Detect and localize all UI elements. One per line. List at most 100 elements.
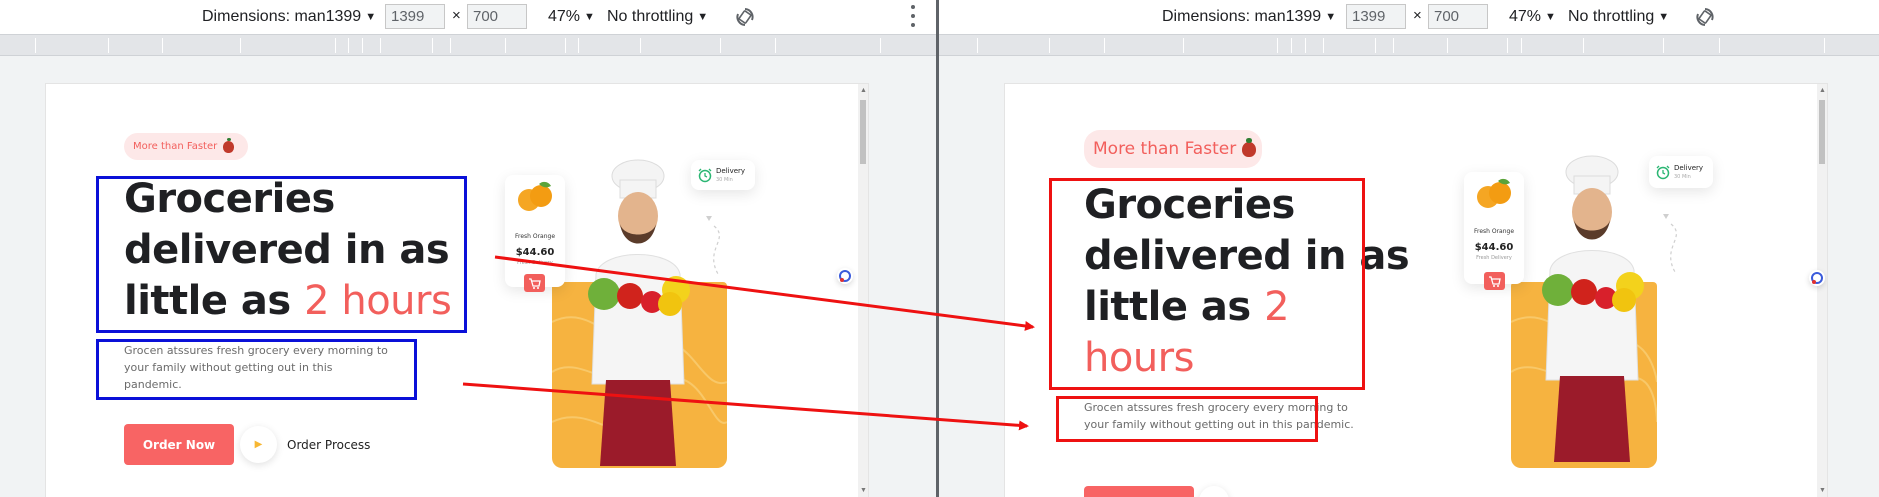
- headline-accent-word: hours: [1084, 335, 1194, 381]
- headline-line-1: Groceries: [124, 176, 335, 222]
- headline-line-1: Groceries: [1084, 182, 1295, 228]
- product-price: $44.60: [1474, 242, 1514, 253]
- caret-down-icon: ▼: [1325, 11, 1337, 23]
- hero-description: Grocen atssures fresh grocery every morn…: [124, 342, 388, 393]
- dashed-path-decoration: [706, 216, 720, 275]
- play-icon[interactable]: ▶: [240, 426, 277, 463]
- strawberry-icon: [1242, 138, 1257, 157]
- product-card: Fresh Orange $44.60 Fresh Delivery: [505, 175, 565, 287]
- alarm-clock-icon: [698, 168, 712, 183]
- device-toolbar: Dimensions: man1399 ▼ 1399 × 700 47% ▼ No …: [0, 0, 936, 34]
- zoom-dropdown[interactable]: 47% ▼: [1509, 0, 1556, 34]
- width-input[interactable]: 1399: [385, 4, 445, 29]
- product-subtitle: Fresh Delivery: [517, 260, 553, 266]
- delivery-subtitle: 30 Min: [716, 177, 733, 183]
- device-dimensions-label: Dimensions: man1399: [202, 8, 362, 25]
- device-viewport: ▲ ▼ More than Faster Groceries delivered…: [46, 84, 868, 497]
- scroll-down-icon[interactable]: ▼: [860, 487, 867, 494]
- chef-image: [1542, 155, 1644, 462]
- rotate-icon[interactable]: [1694, 6, 1716, 28]
- scroll-up-icon[interactable]: ▲: [860, 87, 867, 94]
- headline-line-2: delivered in as: [124, 227, 450, 273]
- hero-headline: Groceries delivered in as little as 2 ho…: [1084, 180, 1410, 384]
- throttling-dropdown[interactable]: No throttling ▼: [1568, 0, 1669, 34]
- hero-description: Grocen atssures fresh grocery every morn…: [1084, 399, 1354, 433]
- scrollbar-thumb[interactable]: [1819, 100, 1825, 164]
- product-name: Fresh Orange: [1473, 228, 1515, 235]
- kebab-menu-icon[interactable]: [910, 5, 916, 27]
- device-dimensions-label: Dimensions: man1399: [1162, 8, 1322, 25]
- caret-down-icon: ▼: [697, 11, 709, 23]
- headline-accent: 2 hours: [304, 278, 452, 324]
- description-line-1: Grocen atssures fresh grocery every morn…: [124, 344, 388, 357]
- zoom-dropdown[interactable]: 47% ▼: [548, 0, 595, 34]
- strawberry-icon: [223, 137, 235, 153]
- headline-line-3: little as 2: [1084, 282, 1409, 333]
- cart-icon: [1489, 276, 1501, 287]
- media-query-ruler[interactable]: [939, 34, 1879, 56]
- times-symbol: ×: [1413, 7, 1422, 24]
- device-toolbar: Dimensions: man1399 ▼ 1399 × 700 47% ▼ No …: [939, 0, 1879, 34]
- delivery-card: Delivery 30 Min: [1649, 156, 1713, 188]
- zoom-label: 47%: [548, 8, 581, 25]
- caret-down-icon: ▼: [1658, 11, 1670, 23]
- dashed-path-decoration: [1663, 214, 1677, 273]
- order-now-button[interactable]: [1084, 486, 1194, 497]
- chat-widget-icon[interactable]: [1809, 270, 1825, 286]
- headline-line-3: little as 2 hours: [124, 276, 452, 327]
- delivery-subtitle: 30 Min: [1674, 174, 1691, 180]
- scroll-down-icon[interactable]: ▼: [1819, 487, 1826, 494]
- viewport-scrollbar[interactable]: ▲ ▼: [1817, 84, 1827, 497]
- viewport-scrollbar[interactable]: ▲ ▼: [858, 84, 868, 497]
- delivery-card: Delivery 30 Min: [691, 160, 755, 190]
- product-name: Fresh Orange: [514, 233, 556, 240]
- add-to-cart-button[interactable]: [1484, 272, 1505, 290]
- cart-icon: [529, 278, 541, 289]
- headline-line-3-prefix: little as: [1084, 284, 1251, 330]
- description-line-3: pandemic.: [124, 378, 182, 391]
- times-symbol: ×: [452, 7, 461, 24]
- description-line-1: Grocen atssures fresh grocery every morn…: [1084, 401, 1348, 414]
- chat-widget-icon[interactable]: [837, 268, 853, 284]
- delivery-title: Delivery: [1674, 164, 1704, 172]
- badge-label: More than Faster: [133, 141, 218, 152]
- product-subtitle: Fresh Delivery: [1476, 255, 1512, 261]
- media-query-ruler[interactable]: [0, 34, 936, 56]
- product-card: Fresh Orange $44.60 Fresh Delivery: [1464, 172, 1524, 284]
- throttling-dropdown[interactable]: No throttling ▼: [607, 0, 708, 34]
- device-viewport: ▲ ▼ More than Faster Groceries delivered…: [1005, 84, 1827, 497]
- scrollbar-thumb[interactable]: [860, 100, 866, 164]
- alarm-clock-icon: [1656, 165, 1670, 180]
- description-line-2: your family without getting out in this: [124, 361, 333, 374]
- chef-image: [588, 159, 690, 466]
- right-preview-pane: Dimensions: man1399 ▼ 1399 × 700 47% ▼ No …: [939, 0, 1879, 497]
- rotate-icon[interactable]: [734, 6, 756, 28]
- zoom-label: 47%: [1509, 8, 1542, 25]
- headline-accent-number: 2: [1264, 284, 1290, 330]
- orange-icon: [518, 181, 552, 211]
- height-input[interactable]: 700: [467, 4, 527, 29]
- order-now-button[interactable]: Order Now: [124, 424, 234, 465]
- caret-down-icon: ▼: [1545, 11, 1556, 23]
- caret-down-icon: ▼: [584, 11, 595, 23]
- scroll-up-icon[interactable]: ▲: [1819, 87, 1826, 94]
- badge-label: More than Faster: [1093, 139, 1237, 159]
- caret-down-icon: ▼: [365, 11, 377, 23]
- order-process-link[interactable]: Order Process: [287, 438, 370, 452]
- headline-line-2: delivered in as: [1084, 233, 1410, 279]
- description-line-2: your family without getting out in this …: [1084, 418, 1354, 431]
- play-button[interactable]: [1199, 486, 1229, 497]
- more-than-faster-badge: More than Faster: [1084, 130, 1262, 168]
- add-to-cart-button[interactable]: [524, 274, 545, 292]
- delivery-title: Delivery: [716, 167, 746, 175]
- throttling-label: No throttling: [1568, 8, 1655, 25]
- height-input[interactable]: 700: [1428, 4, 1488, 29]
- device-dimensions-dropdown[interactable]: Dimensions: man1399 ▼: [1162, 0, 1336, 34]
- throttling-label: No throttling: [607, 8, 694, 25]
- device-dimensions-dropdown[interactable]: Dimensions: man1399 ▼: [202, 0, 376, 34]
- width-input[interactable]: 1399: [1346, 4, 1406, 29]
- product-price: $44.60: [515, 247, 555, 258]
- left-preview-pane: Dimensions: man1399 ▼ 1399 × 700 47% ▼ No …: [0, 0, 936, 497]
- more-than-faster-badge: More than Faster: [124, 133, 248, 160]
- hero-headline: Groceries delivered in as little as 2 ho…: [124, 174, 452, 327]
